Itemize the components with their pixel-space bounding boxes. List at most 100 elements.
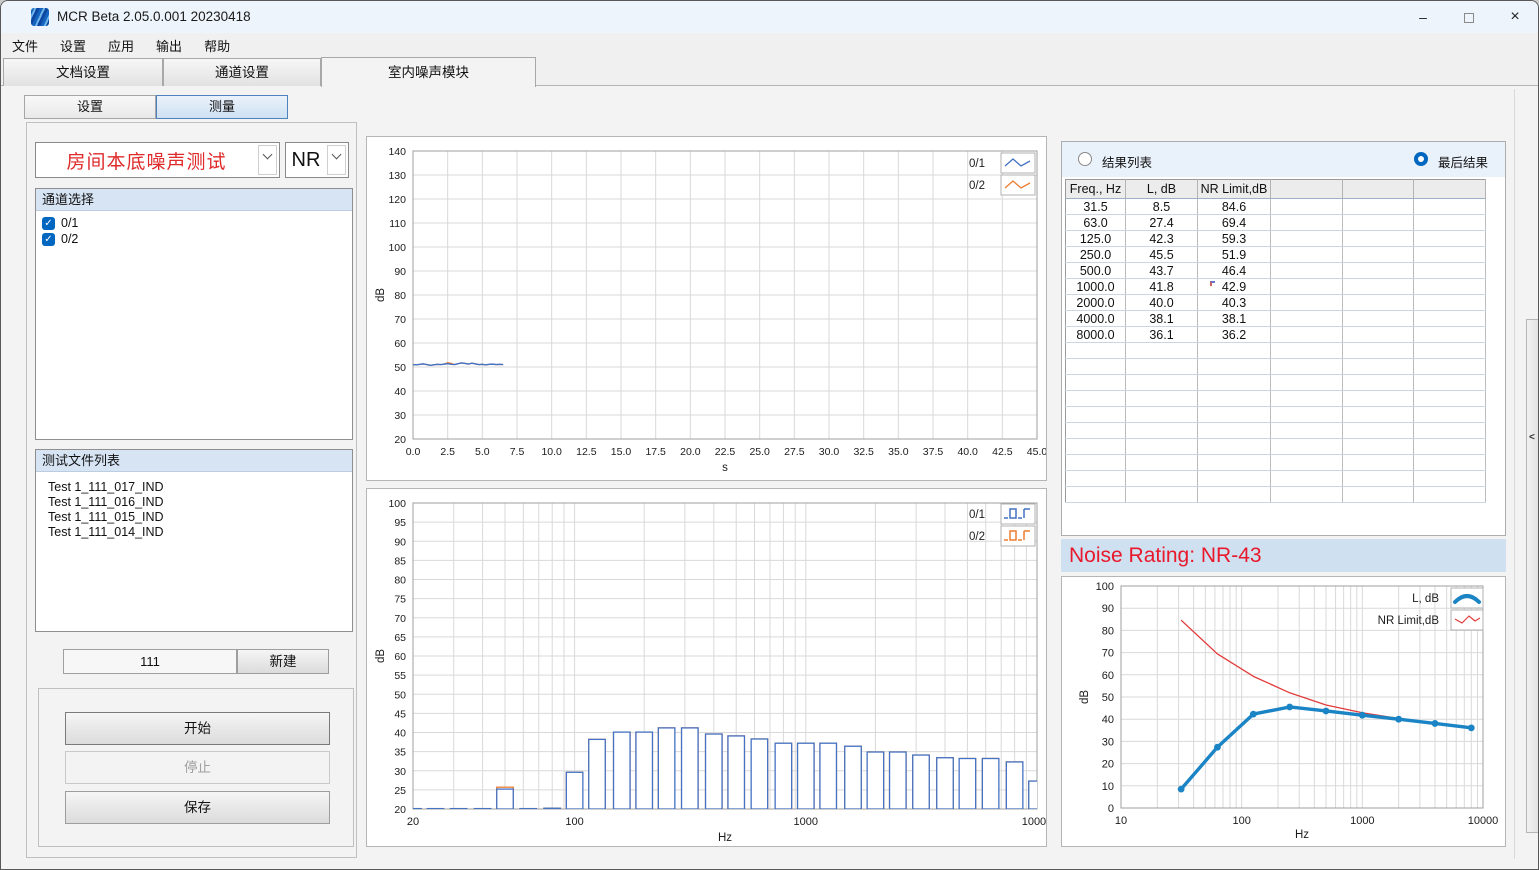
save-button[interactable]: 保存 xyxy=(65,791,330,824)
main-tab-1[interactable]: 通道设置 xyxy=(163,58,321,86)
rating-standard-value: NR xyxy=(286,143,326,177)
test-file-item[interactable]: Test 1_111_015_IND xyxy=(48,510,164,525)
svg-text:dB: dB xyxy=(375,649,387,663)
svg-text:70: 70 xyxy=(1102,648,1114,660)
results-table[interactable]: Freq., HzL, dBNR Limit,dB 31.58.584.663.… xyxy=(1065,179,1486,503)
svg-text:50: 50 xyxy=(1102,692,1114,704)
test-file-item[interactable]: Test 1_111_016_IND xyxy=(48,495,164,510)
table-row[interactable]: 4000.038.138.1 xyxy=(1066,311,1486,327)
maximize-icon xyxy=(1464,13,1474,23)
table-cell: 59.3 xyxy=(1198,231,1271,247)
svg-text:0: 0 xyxy=(1108,803,1114,815)
new-button[interactable]: 新建 xyxy=(237,649,329,674)
result-list-radio[interactable] xyxy=(1078,152,1092,166)
table-cell xyxy=(1414,279,1486,295)
main-tab-2[interactable]: 室内噪声模块 xyxy=(321,57,536,87)
stop-button[interactable]: 停止 xyxy=(65,751,330,784)
svg-text:5.0: 5.0 xyxy=(475,446,490,458)
table-empty-row xyxy=(1066,359,1486,375)
svg-text:55: 55 xyxy=(394,670,406,682)
menu-item-3[interactable]: 输出 xyxy=(145,33,193,58)
sub-tab-1[interactable]: 测量 xyxy=(156,95,288,119)
test-file-item[interactable]: Test 1_111_017_IND xyxy=(48,480,164,495)
menu-item-0[interactable]: 文件 xyxy=(1,33,49,58)
collapse-panel-bar[interactable]: < xyxy=(1526,319,1539,833)
channel-select-header: 通道选择 xyxy=(36,189,352,211)
minimize-button[interactable]: – xyxy=(1400,1,1446,33)
file-name-input[interactable]: 111 xyxy=(63,649,237,674)
rating-standard-combobox[interactable]: NR xyxy=(285,142,349,178)
table-cell xyxy=(1414,327,1486,343)
table-cell: 42.9 xyxy=(1198,279,1271,295)
table-row[interactable]: 2000.040.040.3 xyxy=(1066,295,1486,311)
svg-text:L, dB: L, dB xyxy=(1412,593,1439,605)
table-cell xyxy=(1343,231,1414,247)
test-file-item[interactable]: Test 1_111_014_IND xyxy=(48,525,164,540)
time-history-chart-panel: 20304050607080901001101201301400.02.55.0… xyxy=(366,136,1047,481)
menu-item-4[interactable]: 帮助 xyxy=(193,33,241,58)
table-cell xyxy=(1414,263,1486,279)
table-row[interactable]: 63.027.469.4 xyxy=(1066,215,1486,231)
menu-item-2[interactable]: 应用 xyxy=(97,33,145,58)
table-cell: 40.3 xyxy=(1198,295,1271,311)
table-cell xyxy=(1343,439,1414,455)
svg-text:s: s xyxy=(722,462,728,474)
table-empty-row xyxy=(1066,391,1486,407)
table-cell xyxy=(1271,423,1343,439)
table-row[interactable]: 31.58.584.6 xyxy=(1066,199,1486,215)
table-empty-row xyxy=(1066,439,1486,455)
table-cell xyxy=(1414,295,1486,311)
svg-text:25.0: 25.0 xyxy=(749,446,770,458)
svg-text:70: 70 xyxy=(394,613,406,625)
channel-row-0/2[interactable]: ✓0/2 xyxy=(42,231,78,247)
menu-item-1[interactable]: 设置 xyxy=(49,33,97,58)
maximize-button[interactable] xyxy=(1446,1,1492,33)
table-cell xyxy=(1066,439,1126,455)
table-cell xyxy=(1271,311,1343,327)
table-cell xyxy=(1066,487,1126,503)
svg-text:0/1: 0/1 xyxy=(969,509,985,521)
table-row[interactable]: 1000.041.842.9 xyxy=(1066,279,1486,295)
svg-text:65: 65 xyxy=(394,632,406,644)
table-cell xyxy=(1343,343,1414,359)
last-result-radio[interactable] xyxy=(1414,152,1428,166)
svg-text:dB: dB xyxy=(375,288,387,302)
svg-text:75: 75 xyxy=(394,594,406,606)
table-row[interactable]: 125.042.359.3 xyxy=(1066,231,1486,247)
svg-text:100: 100 xyxy=(388,498,406,510)
table-empty-row xyxy=(1066,471,1486,487)
svg-text:85: 85 xyxy=(394,555,406,567)
spectrum-chart: 2025303540455055606570758085909510020100… xyxy=(367,489,1046,846)
table-row[interactable]: 500.043.746.4 xyxy=(1066,263,1486,279)
spectrum-chart-panel: 2025303540455055606570758085909510020100… xyxy=(366,488,1047,847)
test-type-dropdown-button[interactable] xyxy=(258,145,277,175)
channel-checkbox[interactable]: ✓ xyxy=(42,217,55,230)
channel-row-0/1[interactable]: ✓ 0/1 xyxy=(42,215,78,231)
channel-label: 0/1 xyxy=(61,216,78,230)
table-row[interactable]: 250.045.551.9 xyxy=(1066,247,1486,263)
svg-text:20: 20 xyxy=(407,816,419,828)
table-cell: 46.4 xyxy=(1198,263,1271,279)
table-cell xyxy=(1198,423,1271,439)
sub-tab-0[interactable]: 设置 xyxy=(24,95,156,119)
channel-checkbox[interactable]: ✓ xyxy=(42,233,55,246)
svg-text:10: 10 xyxy=(1102,781,1114,793)
rating-dropdown-button[interactable] xyxy=(327,145,346,175)
start-button[interactable]: 开始 xyxy=(65,712,330,745)
svg-text:42.5: 42.5 xyxy=(992,446,1013,458)
table-cell xyxy=(1343,407,1414,423)
test-file-box: 测试文件列表 Test 1_111_017_INDTest 1_111_016_… xyxy=(35,449,353,632)
svg-text:0/2: 0/2 xyxy=(969,180,985,192)
close-button[interactable]: × xyxy=(1492,1,1538,33)
table-row[interactable]: 8000.036.136.2 xyxy=(1066,327,1486,343)
test-type-combobox[interactable]: 房间本底噪声测试 xyxy=(35,142,280,178)
svg-text:45.0: 45.0 xyxy=(1027,446,1046,458)
app-window: MCR Beta 2.05.0.001 20230418 – × 文件设置应用输… xyxy=(0,0,1539,870)
svg-text:120: 120 xyxy=(388,194,406,206)
table-cell xyxy=(1126,375,1198,391)
table-cell xyxy=(1343,247,1414,263)
table-cell xyxy=(1271,247,1343,263)
table-cell xyxy=(1414,471,1486,487)
main-tab-0[interactable]: 文档设置 xyxy=(3,58,163,86)
table-cell xyxy=(1414,423,1486,439)
